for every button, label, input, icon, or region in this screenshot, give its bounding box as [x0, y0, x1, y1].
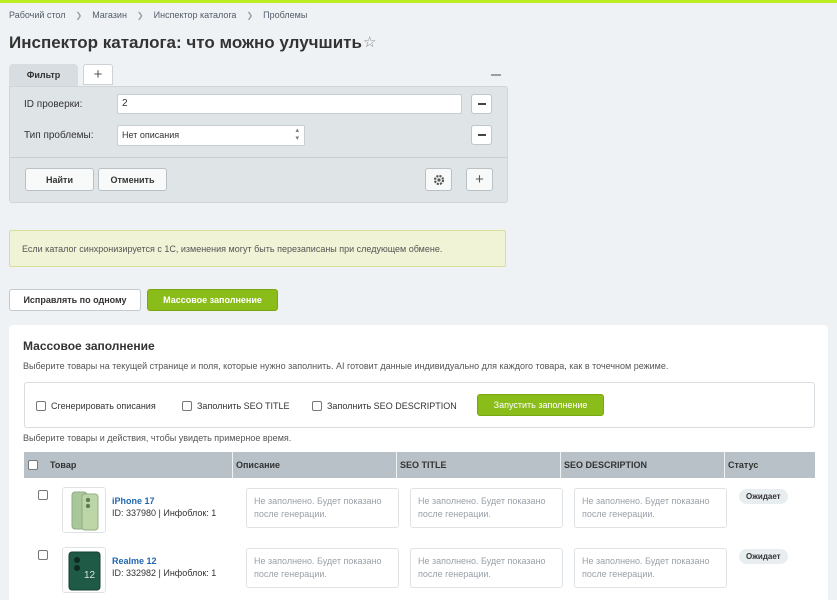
select-all-checkbox[interactable]: [28, 460, 38, 470]
option-label: Заполнить SEO TITLE: [197, 401, 290, 411]
fix-one-by-one-button[interactable]: Исправлять по одному: [9, 289, 141, 311]
breadcrumb-chevron-icon: ❯: [246, 10, 254, 20]
plus-icon: +: [93, 66, 103, 83]
plus-icon: +: [475, 171, 484, 188]
page-title: Инспектор каталога: что можно улучшить: [9, 33, 362, 52]
gear-icon: [433, 174, 444, 185]
minus-icon: [478, 134, 486, 136]
description-preview[interactable]: Не заполнено. Будет показано после генер…: [246, 548, 399, 588]
filter-tabs: Фильтр +: [9, 64, 113, 86]
column-product: Товар: [47, 452, 233, 478]
product-name-link[interactable]: iPhone 17: [112, 496, 155, 506]
option-label: Сгенерировать описания: [51, 401, 156, 411]
option-seo-title[interactable]: Заполнить SEO TITLE: [182, 401, 290, 411]
collapse-filter-icon[interactable]: [491, 74, 501, 76]
mass-fill-button[interactable]: Массовое заполнение: [147, 289, 278, 311]
table-row: 12 Realme 12 ID: 332982 | Инфоблок: 1 Не…: [24, 540, 815, 598]
seo-title-checkbox[interactable]: [182, 401, 192, 411]
mass-fill-description: Выберите товары на текущей странице и по…: [23, 361, 669, 371]
filter-row-check-id: ID проверки: 2: [10, 94, 507, 116]
filter-panel: ID проверки: 2 Тип проблемы: Нет описани…: [9, 86, 508, 203]
cancel-button[interactable]: Отменить: [98, 168, 167, 191]
find-button[interactable]: Найти: [25, 168, 94, 191]
estimate-hint: Выберите товары и действия, чтобы увидет…: [23, 433, 292, 443]
table-header: Товар Описание SEO TITLE SEO DESCRIPTION…: [24, 452, 815, 478]
option-generate-descriptions[interactable]: Сгенерировать описания: [36, 401, 156, 411]
mass-fill-title: Массовое заполнение: [23, 339, 155, 353]
seo-title-preview[interactable]: Не заполнено. Будет показано после генер…: [410, 488, 563, 528]
filter-divider: [10, 157, 507, 158]
breadcrumb-chevron-icon: ❯: [136, 10, 144, 20]
option-label: Заполнить SEO DESCRIPTION: [327, 401, 457, 411]
remove-check-id-button[interactable]: [471, 94, 492, 114]
seo-description-checkbox[interactable]: [312, 401, 322, 411]
seo-title-preview[interactable]: Не заполнено. Будет показано после генер…: [410, 548, 563, 588]
generate-descriptions-checkbox[interactable]: [36, 401, 46, 411]
problem-type-value: Нет описания: [122, 130, 180, 140]
status-badge: Ожидает: [739, 549, 788, 564]
add-filter-tab-button[interactable]: +: [83, 64, 113, 85]
product-name-link[interactable]: Realme 12: [112, 556, 157, 566]
sync-warning-notice: Если каталог синхронизируется с 1С, изме…: [9, 230, 506, 267]
product-id: ID: 332982 | Инфоблок: 1: [112, 568, 217, 578]
status-badge: Ожидает: [739, 489, 788, 504]
fill-options-bar: Сгенерировать описания Заполнить SEO TIT…: [24, 382, 815, 428]
minus-icon: [478, 103, 486, 105]
row-select-checkbox[interactable]: [38, 550, 48, 560]
filter-row-problem-type: Тип проблемы: Нет описания ▴ ▾: [10, 125, 507, 147]
seo-description-preview[interactable]: Не заполнено. Будет показано после генер…: [574, 488, 727, 528]
product-id: ID: 337980 | Инфоблок: 1: [112, 508, 217, 518]
top-accent-line: [0, 0, 837, 3]
column-description: Описание: [233, 452, 397, 478]
description-preview[interactable]: Не заполнено. Будет показано после генер…: [246, 488, 399, 528]
phone-image: [71, 491, 99, 531]
breadcrumb-desktop[interactable]: Рабочий стол: [9, 10, 66, 20]
phone-image: 12: [68, 551, 101, 591]
column-seo-description: SEO DESCRIPTION: [561, 452, 725, 478]
breadcrumb: Рабочий стол ❯ Магазин ❯ Инспектор катал…: [9, 10, 307, 20]
phone-label-text: 12: [84, 570, 96, 581]
option-seo-description[interactable]: Заполнить SEO DESCRIPTION: [312, 401, 457, 411]
check-id-label: ID проверки:: [24, 99, 83, 110]
seo-description-preview[interactable]: Не заполнено. Будет показано после генер…: [574, 548, 727, 588]
run-fill-button[interactable]: Запустить заполнение: [477, 394, 604, 416]
product-thumbnail: [62, 487, 106, 533]
add-field-button[interactable]: +: [466, 168, 493, 191]
select-arrows-icon: ▴ ▾: [295, 127, 299, 142]
filter-settings-button[interactable]: [425, 168, 452, 191]
breadcrumb-catalog-inspector[interactable]: Инспектор каталога: [154, 10, 237, 20]
column-seo-title: SEO TITLE: [397, 452, 561, 478]
problem-type-label: Тип проблемы:: [24, 130, 94, 141]
tab-filter[interactable]: Фильтр: [9, 64, 78, 86]
breadcrumb-shop[interactable]: Магазин: [92, 10, 127, 20]
column-status: Статус: [728, 460, 759, 470]
breadcrumb-chevron-icon: ❯: [75, 10, 83, 20]
star-icon[interactable]: ☆: [363, 33, 376, 51]
remove-problem-type-button[interactable]: [471, 125, 492, 145]
mass-fill-card: Массовое заполнение Выберите товары на т…: [9, 325, 828, 600]
problem-type-select[interactable]: Нет описания ▴ ▾: [117, 125, 305, 146]
table-row: iPhone 17 ID: 337980 | Инфоблок: 1 Не за…: [24, 480, 815, 538]
check-id-input[interactable]: 2: [117, 94, 462, 114]
product-thumbnail: 12: [62, 547, 106, 593]
row-select-checkbox[interactable]: [38, 490, 48, 500]
breadcrumb-problems[interactable]: Проблемы: [263, 10, 307, 20]
